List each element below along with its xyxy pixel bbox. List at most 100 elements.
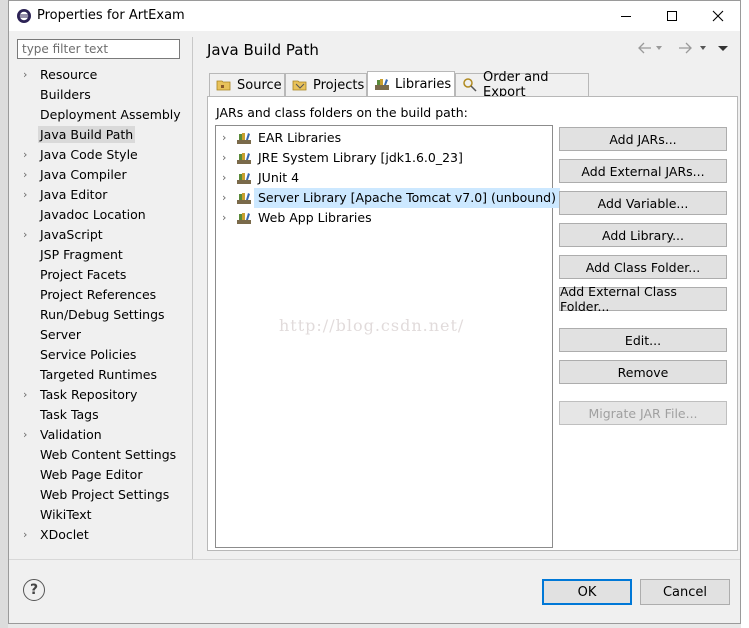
back-arrow-icon[interactable] <box>637 41 653 59</box>
nav-item-label: Task Repository <box>40 387 138 402</box>
nav-item[interactable]: Javadoc Location <box>13 205 193 225</box>
expand-chevron-icon[interactable]: › <box>222 168 236 188</box>
minimize-button[interactable] <box>603 1 649 31</box>
nav-item[interactable]: Service Policies <box>13 345 193 365</box>
chevron-right-icon[interactable]: › <box>23 165 27 185</box>
nav-item-label: Web Page Editor <box>40 467 143 482</box>
nav-item[interactable]: Server <box>13 325 193 345</box>
nav-item[interactable]: Run/Debug Settings <box>13 305 193 325</box>
library-icon <box>236 211 252 225</box>
nav-item[interactable]: Web Content Settings <box>13 445 193 465</box>
library-icon <box>236 171 252 185</box>
source-folder-icon <box>216 77 232 93</box>
nav-item-label: Resource <box>40 67 98 82</box>
chevron-right-icon[interactable]: › <box>23 425 27 445</box>
filter-input[interactable] <box>17 39 180 59</box>
library-entry[interactable]: › JRE System Library [jdk1.6.0_23] <box>222 148 463 168</box>
nav-item[interactable]: WikiText <box>13 505 193 525</box>
expand-chevron-icon[interactable]: › <box>222 128 236 148</box>
nav-item[interactable]: Task Tags <box>13 405 193 425</box>
chevron-right-icon[interactable]: › <box>23 145 27 165</box>
close-button[interactable] <box>695 1 741 31</box>
tab-libraries[interactable]: Libraries <box>367 71 455 96</box>
nav-item[interactable]: › Java Editor <box>13 185 193 205</box>
properties-nav-tree: › Resource Builders Deployment Assembly Java… <box>13 65 193 545</box>
nav-item[interactable]: Web Project Settings <box>13 485 193 505</box>
nav-item-label: Java Code Style <box>40 147 138 162</box>
forward-menu-chevron-icon[interactable] <box>699 41 707 59</box>
nav-item-label: JSP Fragment <box>40 247 123 262</box>
nav-item-label: Run/Debug Settings <box>40 307 165 322</box>
cancel-button[interactable]: Cancel <box>640 579 730 605</box>
watermark-text: http://blog.csdn.net/ <box>279 316 465 335</box>
nav-item[interactable]: Project References <box>13 285 193 305</box>
add-library-button[interactable]: Add Library... <box>559 223 727 247</box>
migrate-jar-button[interactable]: Migrate JAR File... <box>559 401 727 425</box>
title-bar[interactable]: Properties for ArtExam <box>9 1 740 31</box>
add-jars-button[interactable]: Add JARs... <box>559 127 727 151</box>
maximize-icon <box>667 11 677 21</box>
forward-arrow-icon[interactable] <box>677 41 693 59</box>
ok-button[interactable]: OK <box>542 579 632 605</box>
nav-item[interactable]: Project Facets <box>13 265 193 285</box>
nav-item-label: Project References <box>40 287 157 302</box>
chevron-right-icon[interactable]: › <box>23 185 27 205</box>
library-entry[interactable]: › EAR Libraries <box>222 128 341 148</box>
add-class-folder-button[interactable]: Add Class Folder... <box>559 255 727 279</box>
expand-chevron-icon[interactable]: › <box>222 188 236 208</box>
expand-chevron-icon[interactable]: › <box>222 148 236 168</box>
chevron-right-icon[interactable]: › <box>23 385 27 405</box>
add-variable-button[interactable]: Add Variable... <box>559 191 727 215</box>
nav-item-label: Builders <box>40 87 91 102</box>
nav-item[interactable]: › Validation <box>13 425 193 445</box>
nav-item[interactable]: Targeted Runtimes <box>13 365 193 385</box>
add-external-class-folder-button[interactable]: Add External Class Folder... <box>559 284 727 314</box>
back-menu-chevron-icon[interactable] <box>655 41 663 59</box>
tab-projects[interactable]: Projects <box>285 73 367 96</box>
chevron-right-icon[interactable]: › <box>23 225 27 245</box>
library-entry[interactable]: › Web App Libraries <box>222 208 372 228</box>
library-label: EAR Libraries <box>258 130 342 145</box>
nav-item[interactable]: › Java Compiler <box>13 165 193 185</box>
minimize-icon <box>621 16 631 17</box>
library-entry[interactable]: › JUnit 4 <box>222 168 299 188</box>
nav-item-label: Project Facets <box>40 267 127 282</box>
add-external-jars-button[interactable]: Add External JARs... <box>559 159 727 183</box>
libraries-heading: JARs and class folders on the build path… <box>216 105 468 120</box>
nav-item-label: Java Compiler <box>40 167 127 182</box>
chevron-right-icon[interactable]: › <box>23 525 27 545</box>
nav-item-label: Server <box>40 327 81 342</box>
library-icon <box>236 151 252 165</box>
library-label: Web App Libraries <box>258 210 372 225</box>
nav-item[interactable]: › XDoclet <box>13 525 193 545</box>
nav-item[interactable]: JSP Fragment <box>13 245 193 265</box>
nav-item[interactable]: › Task Repository <box>13 385 193 405</box>
edit-button[interactable]: Edit... <box>559 328 727 352</box>
nav-item[interactable]: Web Page Editor <box>13 465 193 485</box>
pane-splitter[interactable] <box>192 37 193 560</box>
library-entry[interactable]: › Server Library [Apache Tomcat v7.0] (un… <box>222 188 560 208</box>
tab-source[interactable]: Source <box>209 73 285 96</box>
expand-chevron-icon[interactable]: › <box>222 208 236 228</box>
maximize-button[interactable] <box>649 1 695 31</box>
tab-order-and-export[interactable]: Order and Export <box>455 70 589 100</box>
nav-item[interactable]: Deployment Assembly <box>13 105 193 125</box>
libraries-tree[interactable]: › EAR Libraries › JRE System Library [jdk1.… <box>215 125 560 548</box>
tab-label: Source <box>237 77 282 93</box>
nav-item[interactable]: › JavaScript <box>13 225 193 245</box>
remove-button[interactable]: Remove <box>559 360 727 384</box>
view-menu-icon[interactable] <box>717 41 729 59</box>
window-title: Properties for ArtExam <box>37 8 185 23</box>
nav-item[interactable]: Java Build Path <box>13 125 193 145</box>
nav-item[interactable]: Builders <box>13 85 193 105</box>
help-button[interactable]: ? <box>23 579 45 601</box>
nav-item-label: WikiText <box>40 507 92 522</box>
nav-item-label: Task Tags <box>40 407 99 422</box>
chevron-right-icon[interactable]: › <box>23 65 27 85</box>
nav-item-label: Javadoc Location <box>40 207 146 222</box>
nav-item[interactable]: › Java Code Style <box>13 145 193 165</box>
tab-label: Projects <box>313 77 365 93</box>
nav-item[interactable]: › Resource <box>13 65 193 85</box>
properties-dialog: Properties for ArtExam › Resource Builders… <box>8 0 741 624</box>
background-left-edge <box>0 0 8 628</box>
